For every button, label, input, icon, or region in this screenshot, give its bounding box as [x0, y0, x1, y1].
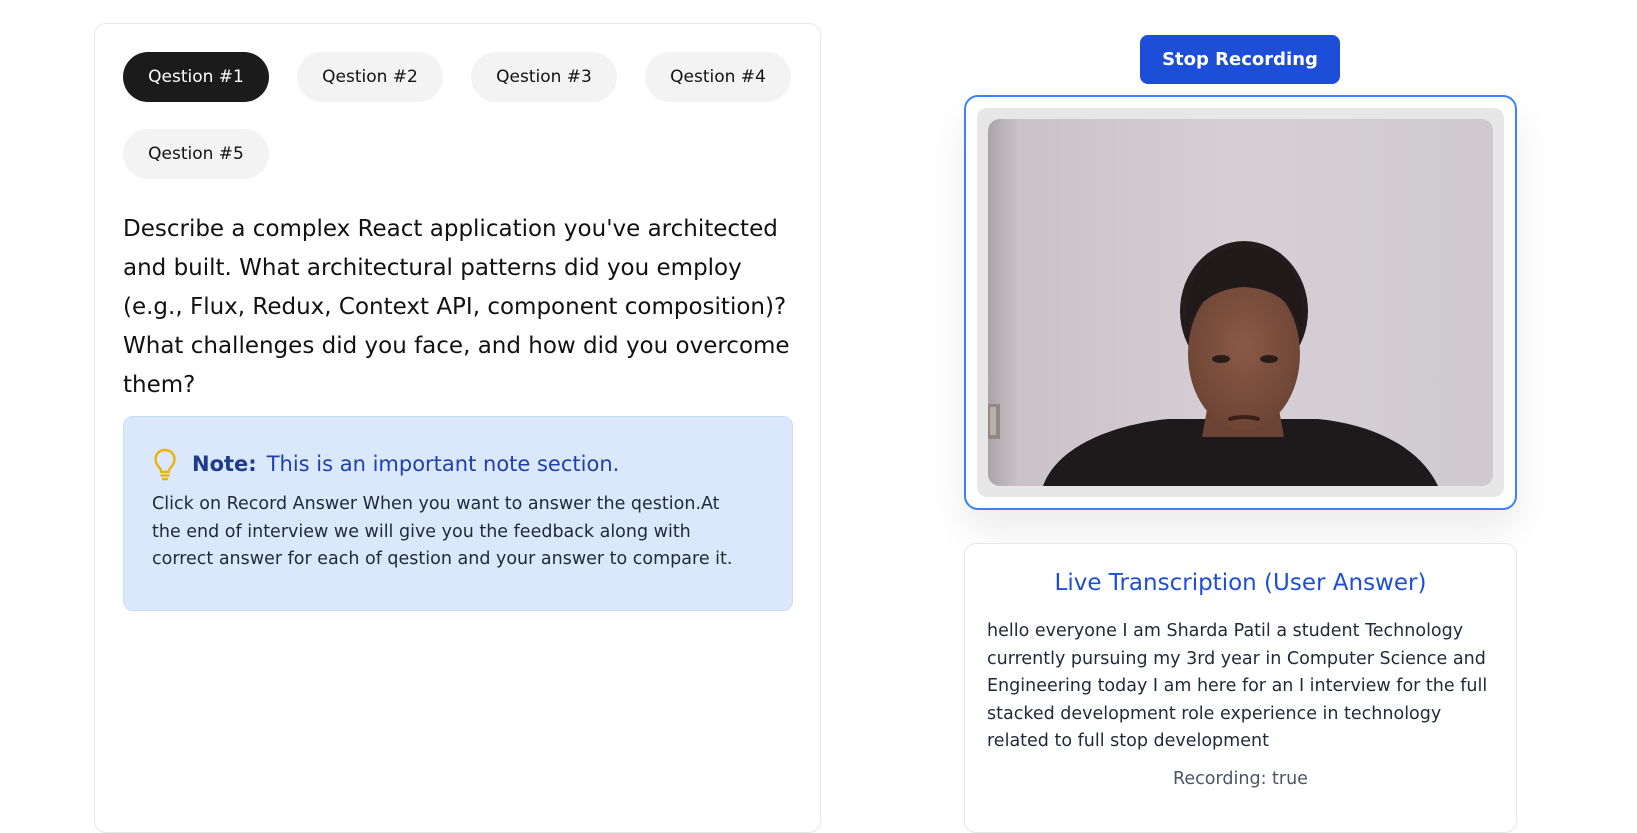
recording-status: Recording: true: [1173, 769, 1308, 789]
note-body: Click on Record Answer When you want to …: [152, 494, 733, 569]
note-title: This is an important note section.: [266, 452, 620, 476]
question-tab-4[interactable]: Qestion #4: [645, 52, 791, 102]
transcription-text: hello everyone I am Sharda Patil a stude…: [987, 621, 1488, 751]
webcam-feed: [988, 119, 1493, 486]
question-tab-1[interactable]: Qestion #1: [123, 52, 269, 102]
question-tab-2[interactable]: Qestion #2: [297, 52, 443, 102]
question-tab-5[interactable]: Qestion #5: [123, 129, 269, 179]
stop-recording-button[interactable]: Stop Recording: [1140, 35, 1340, 84]
note-label: Note:: [192, 452, 257, 476]
question-tabs: Qestion #1 Qestion #2 Qestion #3 Qestion…: [123, 52, 795, 179]
webcam-frame: [964, 95, 1517, 510]
transcription-title: Live Transcription (User Answer): [1054, 570, 1427, 596]
webcam-image: [988, 119, 1493, 486]
note-box: Note: This is an important note section.…: [123, 416, 793, 611]
lightbulb-icon: [154, 448, 176, 481]
note-header: Note: This is an important note section.: [152, 447, 619, 481]
question-panel: Qestion #1 Qestion #2 Qestion #3 Qestion…: [94, 23, 821, 833]
question-tab-3[interactable]: Qestion #3: [471, 52, 617, 102]
question-text: Describe a complex React application you…: [123, 216, 790, 398]
webcam-container: [977, 108, 1504, 497]
transcription-card: Live Transcription (User Answer) hello e…: [964, 543, 1517, 833]
